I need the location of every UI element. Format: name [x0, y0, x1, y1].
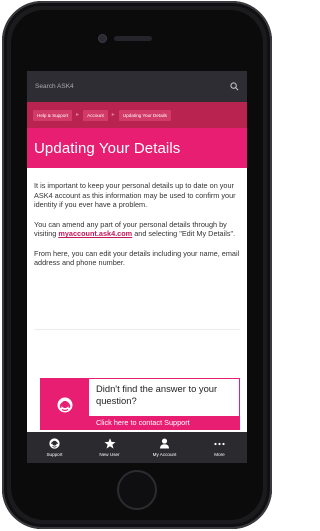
paragraph-amend: You can amend any part of your personal …: [34, 220, 244, 239]
title-bar: Updating Your Details: [27, 128, 247, 168]
content-divider: [34, 329, 240, 330]
breadcrumb-help-support[interactable]: Help & Support: [33, 109, 73, 121]
article-content: It is important to keep your personal de…: [34, 181, 244, 278]
tab-my-account-label: My Account: [152, 452, 177, 457]
support-icon: [49, 438, 61, 449]
breadcrumb: Help & Support ▸ Account ▸ Updating Your…: [27, 102, 247, 128]
breadcrumb-current-page[interactable]: Updating Your Details: [118, 109, 171, 121]
tab-my-account[interactable]: My Account: [137, 432, 192, 463]
earpiece-speaker: [114, 36, 152, 41]
breadcrumb-separator-icon: ▸: [111, 112, 115, 118]
support-question-text: Didn't find the answer to your question?: [96, 383, 218, 406]
home-button[interactable]: [117, 470, 157, 510]
tab-support-label: Support: [46, 452, 63, 457]
search-icon[interactable]: [229, 82, 239, 92]
app-screen: Help & Support ▸ Account ▸ Updating Your…: [27, 71, 247, 463]
paragraph-edit: From here, you can edit your details inc…: [34, 248, 240, 268]
support-agent-icon: [41, 379, 89, 430]
tab-more[interactable]: More: [192, 432, 247, 463]
search-bar: [27, 71, 247, 102]
contact-support-link[interactable]: Click here to contact Support: [89, 416, 240, 430]
bottom-tab-bar: Support New User My Account More: [27, 432, 247, 463]
support-card[interactable]: Didn't find the answer to your question?…: [40, 378, 240, 430]
tab-support[interactable]: Support: [27, 432, 82, 463]
paragraph-amend-text-end: and selecting "Edit My Details".: [132, 229, 236, 239]
tab-new-user[interactable]: New User: [82, 432, 137, 463]
myaccount-link[interactable]: myaccount.ask4.com: [58, 229, 132, 238]
breadcrumb-account[interactable]: Account: [83, 109, 108, 121]
user-icon: [159, 438, 171, 449]
front-camera: [99, 35, 106, 42]
paragraph-intro: It is important to keep your personal de…: [34, 181, 236, 210]
tab-new-user-label: New User: [99, 452, 120, 457]
breadcrumb-separator-icon: ▸: [76, 112, 80, 118]
star-icon: [104, 438, 116, 449]
page-title: Updating Your Details: [34, 139, 181, 157]
more-dots-icon: [214, 438, 226, 449]
search-input[interactable]: [35, 83, 229, 90]
tab-more-label: More: [214, 452, 225, 457]
